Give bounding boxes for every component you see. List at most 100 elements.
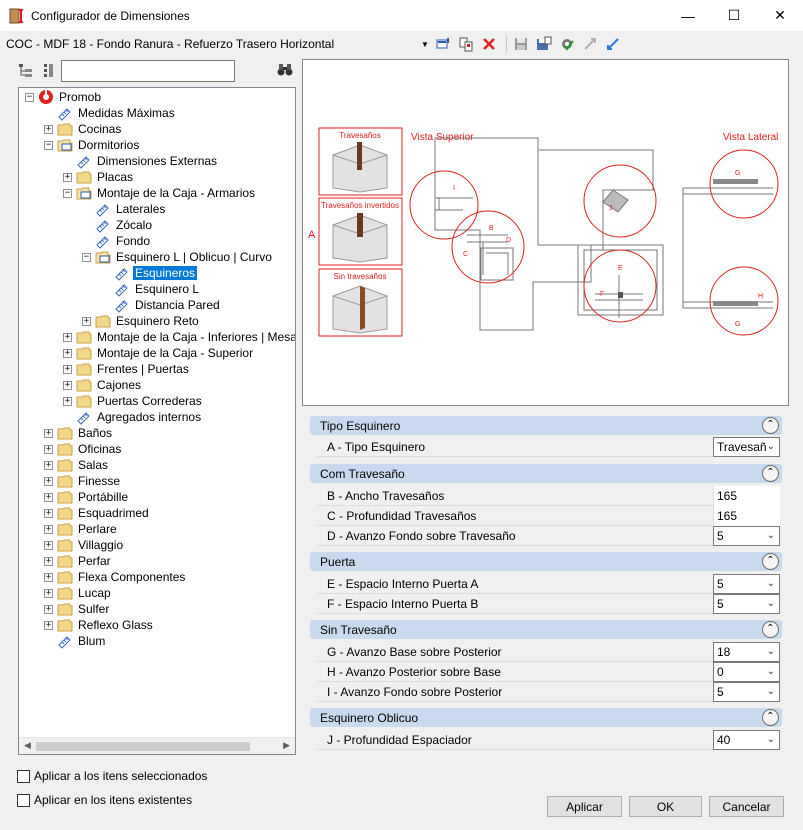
expand-node-icon[interactable]: + [63, 396, 72, 406]
maximize-button[interactable]: ☐ [711, 0, 757, 31]
tree-item[interactable]: − Esquinero L | Oblicuo | Curvo [82, 249, 274, 265]
expand-node-icon[interactable]: + [44, 460, 53, 470]
collapse-arrows-icon[interactable] [580, 34, 600, 54]
tree-view-icon[interactable] [16, 60, 36, 80]
scroll-left-icon[interactable]: ◀ [24, 740, 31, 751]
cancel-button[interactable]: Cancelar [709, 796, 784, 817]
tree-item-label[interactable]: Agregados internos [95, 410, 203, 424]
tree-item[interactable]: + Flexa Componentes [44, 569, 187, 585]
collapse-node-icon[interactable]: − [63, 188, 72, 198]
tree-item[interactable]: + Puertas Correderas [63, 393, 204, 409]
property-select[interactable]: Travesañ ⌄ [713, 436, 780, 457]
tree-item-label[interactable]: Montaje de la Caja - Superior [95, 346, 255, 360]
tree-item[interactable]: − Montaje de la Caja - Armarios [63, 185, 257, 201]
collapse-node-icon[interactable]: − [44, 140, 53, 150]
dropdown-arrow-icon[interactable]: ▼ [421, 40, 429, 49]
tree-item-label[interactable]: Esquadrimed [76, 506, 151, 520]
tree-item-label[interactable]: Dimensiones Externas [95, 154, 219, 168]
expand-node-icon[interactable]: + [63, 380, 72, 390]
tree-item[interactable]: Agregados internos [63, 409, 203, 425]
chevron-down-icon[interactable]: ⌄ [767, 686, 775, 697]
tree-item[interactable]: + Oficinas [44, 441, 123, 457]
property-select[interactable]: 5 ⌄ [713, 593, 780, 614]
chevron-down-icon[interactable]: ⌄ [767, 530, 775, 541]
tree-item-label[interactable]: Perlare [76, 522, 119, 536]
collapse-node-icon[interactable]: − [82, 252, 91, 262]
apply-existing-checkbox[interactable] [17, 793, 30, 807]
expand-node-icon[interactable]: + [44, 604, 53, 614]
tree-item[interactable]: + Montaje de la Caja - Inferiores | Mesa … [63, 329, 295, 345]
tree-item-label[interactable]: Promob [57, 90, 103, 104]
tree-item[interactable]: − Promob [25, 89, 103, 105]
expand-node-icon[interactable]: + [63, 364, 72, 374]
tree-item[interactable]: Esquineros [101, 265, 198, 281]
tree-item-label[interactable]: Medidas Máximas [76, 106, 177, 120]
chevron-down-icon[interactable]: ⌄ [767, 598, 775, 609]
add-config-icon[interactable] [433, 34, 453, 54]
collapse-section-icon[interactable]: ⌃ [762, 553, 779, 570]
collapse-section-icon[interactable]: ⌃ [762, 621, 779, 638]
tree-item[interactable]: Blum [44, 633, 107, 649]
property-select[interactable]: 40 ⌄ [713, 729, 780, 750]
chevron-down-icon[interactable]: ⌄ [767, 441, 775, 452]
tree-item-label[interactable]: Cajones [95, 378, 143, 392]
tree-item[interactable]: + Placas [63, 169, 135, 185]
settings-gear-icon[interactable] [557, 34, 577, 54]
tree-item[interactable]: Medidas Máximas [44, 105, 177, 121]
tree-item-label[interactable]: Frentes | Puertas [95, 362, 191, 376]
tree-item-label[interactable]: Puertas Correderas [95, 394, 204, 408]
save-icon[interactable] [511, 34, 531, 54]
tree-item-label[interactable]: Salas [76, 458, 110, 472]
expand-node-icon[interactable]: + [44, 524, 53, 534]
tree-item-label[interactable]: Cocinas [76, 122, 123, 136]
expand-node-icon[interactable]: + [44, 124, 53, 134]
tree-item[interactable]: Distancia Pared [101, 297, 222, 313]
property-input[interactable]: 165 [713, 485, 780, 506]
tree-item[interactable]: + Cocinas [44, 121, 123, 137]
tree-item[interactable]: Esquinero L [101, 281, 201, 297]
list-view-icon[interactable] [39, 60, 59, 80]
config-selector[interactable]: COC - MDF 18 - Fondo Ranura - Refuerzo T… [6, 37, 421, 51]
tree-item[interactable]: + Baños [44, 425, 114, 441]
tree-item-label[interactable]: Placas [95, 170, 135, 184]
tree-item[interactable]: + Villaggio [44, 537, 125, 553]
tree-item-label[interactable]: Lucap [76, 586, 113, 600]
apply-button[interactable]: Aplicar [547, 796, 622, 817]
binoculars-icon[interactable] [277, 63, 293, 80]
apply-existing-option[interactable]: Aplicar en los itens existentes [17, 793, 192, 807]
expand-node-icon[interactable]: + [44, 572, 53, 582]
property-select[interactable]: 5 ⌄ [713, 525, 780, 546]
tree-item-label[interactable]: Finesse [76, 474, 122, 488]
tree-item[interactable]: + Frentes | Puertas [63, 361, 191, 377]
tree-item-label[interactable]: Esquinero L | Oblicuo | Curvo [114, 250, 274, 264]
tree-item[interactable]: Laterales [82, 201, 167, 217]
tree-item[interactable]: + Sulfer [44, 601, 111, 617]
tree-item[interactable]: + Montaje de la Caja - Superior [63, 345, 255, 361]
tree-item[interactable]: + Salas [44, 457, 110, 473]
tree-item[interactable]: + Esquadrimed [44, 505, 151, 521]
tree-item-label[interactable]: Esquineros [133, 266, 198, 280]
expand-node-icon[interactable]: + [44, 476, 53, 486]
scroll-thumb[interactable] [36, 742, 250, 751]
tree-item-label[interactable]: Esquinero Reto [114, 314, 201, 328]
tree-item-label[interactable]: Montaje de la Caja - Inferiores | Mesa d… [95, 330, 295, 344]
collapse-section-icon[interactable]: ⌃ [762, 465, 779, 482]
expand-node-icon[interactable]: + [44, 492, 53, 502]
tree-item[interactable]: + Cajones [63, 377, 143, 393]
property-select[interactable]: 5 ⌄ [713, 681, 780, 702]
copy-config-icon[interactable] [456, 34, 476, 54]
tree-item-label[interactable]: Fondo [114, 234, 152, 248]
tree-item-label[interactable]: Sulfer [76, 602, 111, 616]
section-header[interactable]: Puerta ⌃ [310, 552, 782, 571]
tree-item[interactable]: + Perfar [44, 553, 113, 569]
tree-item-label[interactable]: Blum [76, 634, 107, 648]
tree-item[interactable]: + Finesse [44, 473, 122, 489]
chevron-down-icon[interactable]: ⌄ [767, 578, 775, 589]
expand-node-icon[interactable]: + [63, 348, 72, 358]
tree-item-label[interactable]: Montaje de la Caja - Armarios [95, 186, 257, 200]
apply-selected-option[interactable]: Aplicar a los itens seleccionados [17, 769, 207, 783]
tree-item[interactable]: + Lucap [44, 585, 113, 601]
expand-node-icon[interactable]: + [44, 588, 53, 598]
delete-icon[interactable] [479, 34, 499, 54]
tree-item[interactable]: + Perlare [44, 521, 119, 537]
